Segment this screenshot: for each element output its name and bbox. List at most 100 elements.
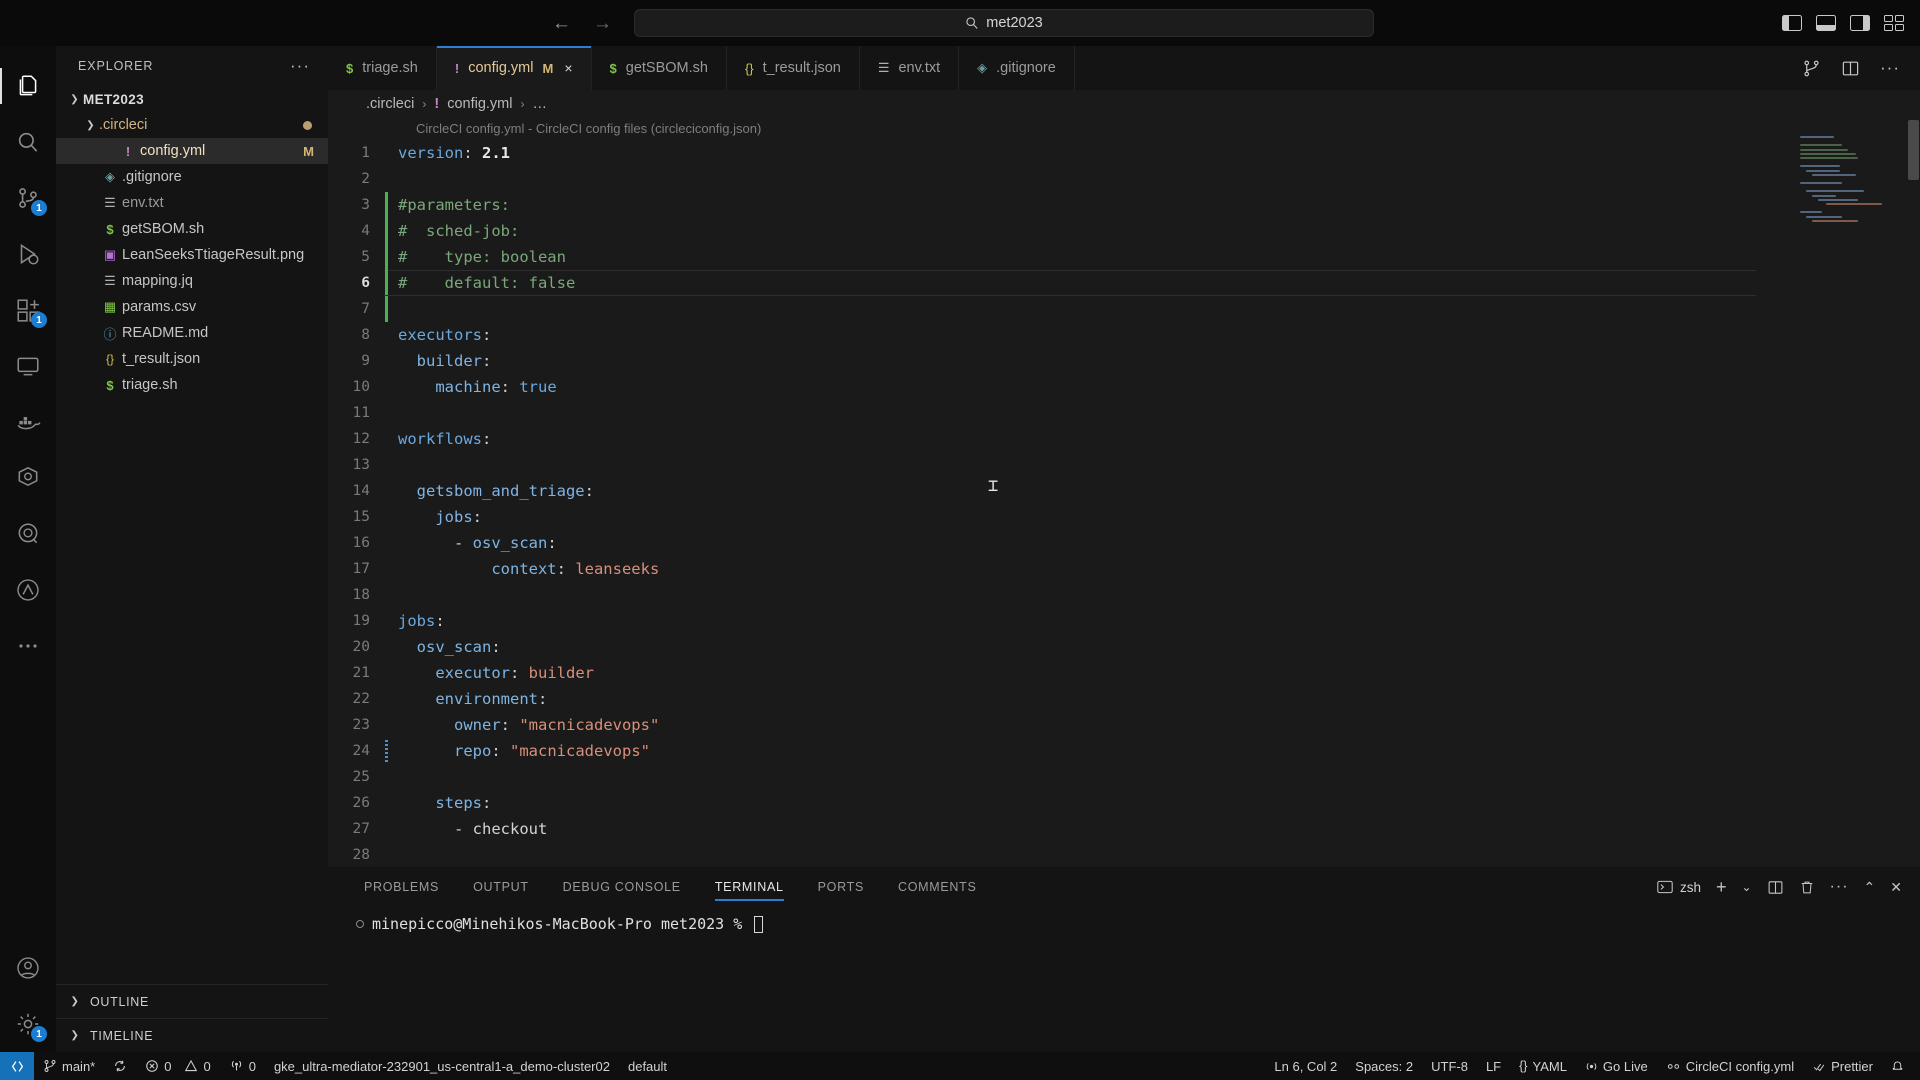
code-line[interactable]: 20 osv_scan: [328,634,1920,660]
tab-triage-sh[interactable]: $ triage.sh [328,46,437,90]
activity-remote-explorer[interactable] [0,338,56,394]
status-indentation[interactable]: Spaces: 2 [1346,1052,1422,1080]
tree-folder-circleci[interactable]: ❯ .circleci [56,112,328,138]
status-language-mode[interactable]: {} YAML [1510,1052,1576,1080]
code-line[interactable]: 9 builder: [328,348,1920,374]
code-line[interactable]: 27 - checkout [328,816,1920,842]
code-line[interactable]: 24 repo: "macnicadevops" [328,738,1920,764]
code-line[interactable]: 3 #parameters: [328,192,1920,218]
sidebar-section-timeline[interactable]: ❯ TIMELINE [56,1018,328,1052]
status-errors[interactable]: 0 0 [136,1052,219,1080]
scrollbar-thumb[interactable] [1908,120,1919,180]
tree-root-met2023[interactable]: ❯ MET2023 [56,86,328,112]
code-line[interactable]: 4 # sched-job: [328,218,1920,244]
code-line[interactable]: 19 jobs: [328,608,1920,634]
split-editor-icon[interactable] [1841,59,1860,78]
tab-close-icon[interactable]: × [564,60,572,76]
tab-config-yml[interactable]: ! config.yml M × [436,46,592,90]
status-circleci[interactable]: CircleCI config.yml [1657,1052,1803,1080]
code-line[interactable]: 26 steps: [328,790,1920,816]
activity-accounts[interactable] [0,940,56,996]
remote-indicator[interactable] [0,1052,34,1080]
activity-docker[interactable] [0,394,56,450]
status-go-live[interactable]: Go Live [1576,1052,1657,1080]
status-prettier[interactable]: Prettier [1803,1052,1882,1080]
activity-more-views[interactable] [0,618,56,674]
forward-button[interactable]: → [593,14,612,33]
status-branch[interactable]: main* [34,1052,104,1080]
split-source-control-icon[interactable] [1802,59,1821,78]
status-sync[interactable] [104,1052,136,1080]
activity-anthropic[interactable] [0,562,56,618]
code-line[interactable]: 23 owner: "macnicadevops" [328,712,1920,738]
code-line[interactable]: 7 [328,296,1920,322]
tab-debug-console[interactable]: DEBUG CONSOLE [563,867,681,907]
terminal-shell-selector[interactable]: zsh [1657,880,1701,895]
toggle-primary-sidebar-icon[interactable] [1782,15,1802,31]
status-cursor-position[interactable]: Ln 6, Col 2 [1265,1052,1346,1080]
status-notifications[interactable] [1882,1052,1920,1080]
status-radio-tower[interactable]: 0 [220,1052,265,1080]
tab-ports[interactable]: PORTS [818,867,864,907]
activity-extensions[interactable]: 1 [0,282,56,338]
code-line[interactable]: 28 [328,842,1920,867]
new-terminal-icon[interactable]: + [1716,877,1727,898]
code-line[interactable]: 10 machine: true [328,374,1920,400]
tree-file-getsbom-sh[interactable]: $ getSBOM.sh [56,216,328,242]
activity-source-control[interactable]: 1 [0,170,56,226]
editor-scrollbar[interactable] [1906,118,1920,760]
code-line[interactable]: 22 environment: [328,686,1920,712]
split-terminal-icon[interactable] [1767,879,1784,896]
tree-file-triage-sh[interactable]: $ triage.sh [56,372,328,398]
code-line[interactable]: 25 [328,764,1920,790]
tab-terminal[interactable]: TERMINAL [714,867,784,907]
code-line[interactable]: 12 workflows: [328,426,1920,452]
status-encoding[interactable]: UTF-8 [1422,1052,1477,1080]
activity-run-debug[interactable] [0,226,56,282]
maximize-panel-icon[interactable]: ⌃ [1864,879,1876,896]
tab-getsbom-sh[interactable]: $ getSBOM.sh [591,46,727,90]
tab-output[interactable]: OUTPUT [473,867,529,907]
kill-terminal-icon[interactable] [1799,879,1815,896]
sidebar-section-outline[interactable]: ❯ OUTLINE [56,984,328,1018]
breadcrumb-file[interactable]: config.yml [447,96,512,112]
terminal-output[interactable]: minepicco@Minehikos-MacBook-Pro met2023 … [328,907,1920,1052]
tab-problems[interactable]: PROBLEMS [364,867,439,907]
breadcrumb-folder[interactable]: .circleci [366,96,414,112]
tree-file-t-result-json[interactable]: {} t_result.json [56,346,328,372]
activity-search[interactable] [0,114,56,170]
code-line[interactable]: 14 getsbom_and_triage: [328,478,1920,504]
breadcrumb-symbols[interactable]: … [532,96,547,112]
tree-file-leanseeks-png[interactable]: ▣ LeanSeeksTtiageResult.png [56,242,328,268]
toggle-panel-icon[interactable] [1816,15,1836,31]
tab-env-txt[interactable]: ☰ env.txt [859,46,960,90]
code-line[interactable]: 15 jobs: [328,504,1920,530]
explorer-more-actions-icon[interactable]: ··· [290,56,310,76]
tree-file-gitignore[interactable]: ◈ .gitignore [56,164,328,190]
editor-more-actions-icon[interactable]: ··· [1880,58,1900,78]
activity-search-extension[interactable] [0,506,56,562]
activity-explorer[interactable] [0,58,56,114]
close-panel-icon[interactable]: ✕ [1890,879,1902,896]
code-line[interactable]: 16 - osv_scan: [328,530,1920,556]
customize-layout-icon[interactable] [1884,15,1904,31]
activity-manage-settings[interactable]: 1 [0,996,56,1052]
tree-file-params-csv[interactable]: ▦ params.csv [56,294,328,320]
code-line[interactable]: 18 [328,582,1920,608]
tab-comments[interactable]: COMMENTS [898,867,977,907]
back-button[interactable]: ← [552,14,571,33]
minimap[interactable] [1800,136,1908,226]
code-line[interactable]: 1 version: 2.1 [328,140,1920,166]
status-kube-namespace[interactable]: default [619,1052,676,1080]
tab-gitignore[interactable]: ◈ .gitignore [959,46,1075,90]
command-center-search[interactable]: met2023 [634,9,1374,37]
status-kube-context[interactable]: gke_ultra-mediator-232901_us-central1-a_… [265,1052,619,1080]
activity-kubernetes[interactable] [0,450,56,506]
code-editor[interactable]: CircleCI config.yml - CircleCI config fi… [328,118,1920,867]
code-line[interactable]: 2 [328,166,1920,192]
code-line[interactable]: 21 executor: builder [328,660,1920,686]
tree-file-config-yml[interactable]: ! config.yml M [56,138,328,164]
tree-file-mapping-jq[interactable]: ☰ mapping.jq [56,268,328,294]
code-line[interactable]: 8 executors: [328,322,1920,348]
tree-file-readme-md[interactable]: ⓘ README.md [56,320,328,346]
